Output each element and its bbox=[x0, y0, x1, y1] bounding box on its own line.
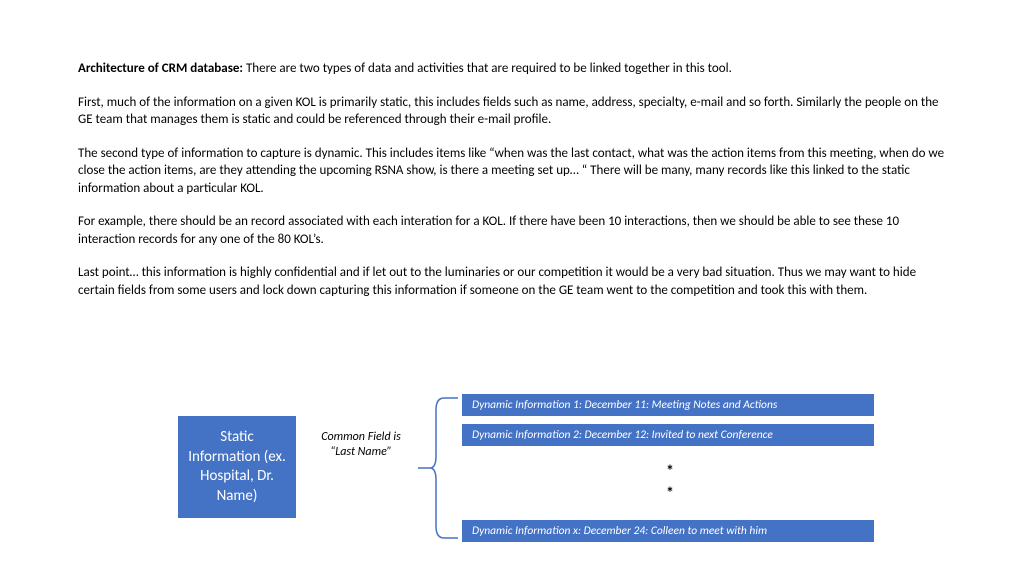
common-field-label: Common Field is “Last Name” bbox=[312, 430, 410, 460]
dynamic-info-bar-x: Dynamic Information x: December 24: Coll… bbox=[462, 520, 874, 542]
heading-rest: There are two types of data and activiti… bbox=[243, 61, 732, 76]
paragraph-2: The second type of information to captur… bbox=[78, 145, 946, 198]
paragraph-1: First, much of the information on a give… bbox=[78, 94, 946, 129]
bracket-icon bbox=[414, 392, 458, 544]
static-info-box: Static Information (ex. Hospital, Dr. Na… bbox=[178, 416, 296, 518]
paragraph-3: For example, there should be an record a… bbox=[78, 213, 946, 248]
heading: Architecture of CRM database: bbox=[78, 61, 243, 76]
document-body: Architecture of CRM database: There are … bbox=[0, 0, 1024, 299]
intro-paragraph: Architecture of CRM database: There are … bbox=[78, 60, 946, 78]
ellipsis-star: * bbox=[666, 484, 674, 503]
dynamic-info-bar-1: Dynamic Information 1: December 11: Meet… bbox=[462, 394, 874, 416]
dynamic-info-bar-2: Dynamic Information 2: December 12: Invi… bbox=[462, 424, 874, 446]
diagram: Static Information (ex. Hospital, Dr. Na… bbox=[0, 390, 1024, 570]
paragraph-4: Last point… this information is highly c… bbox=[78, 264, 946, 299]
ellipsis-star: * bbox=[666, 462, 674, 481]
